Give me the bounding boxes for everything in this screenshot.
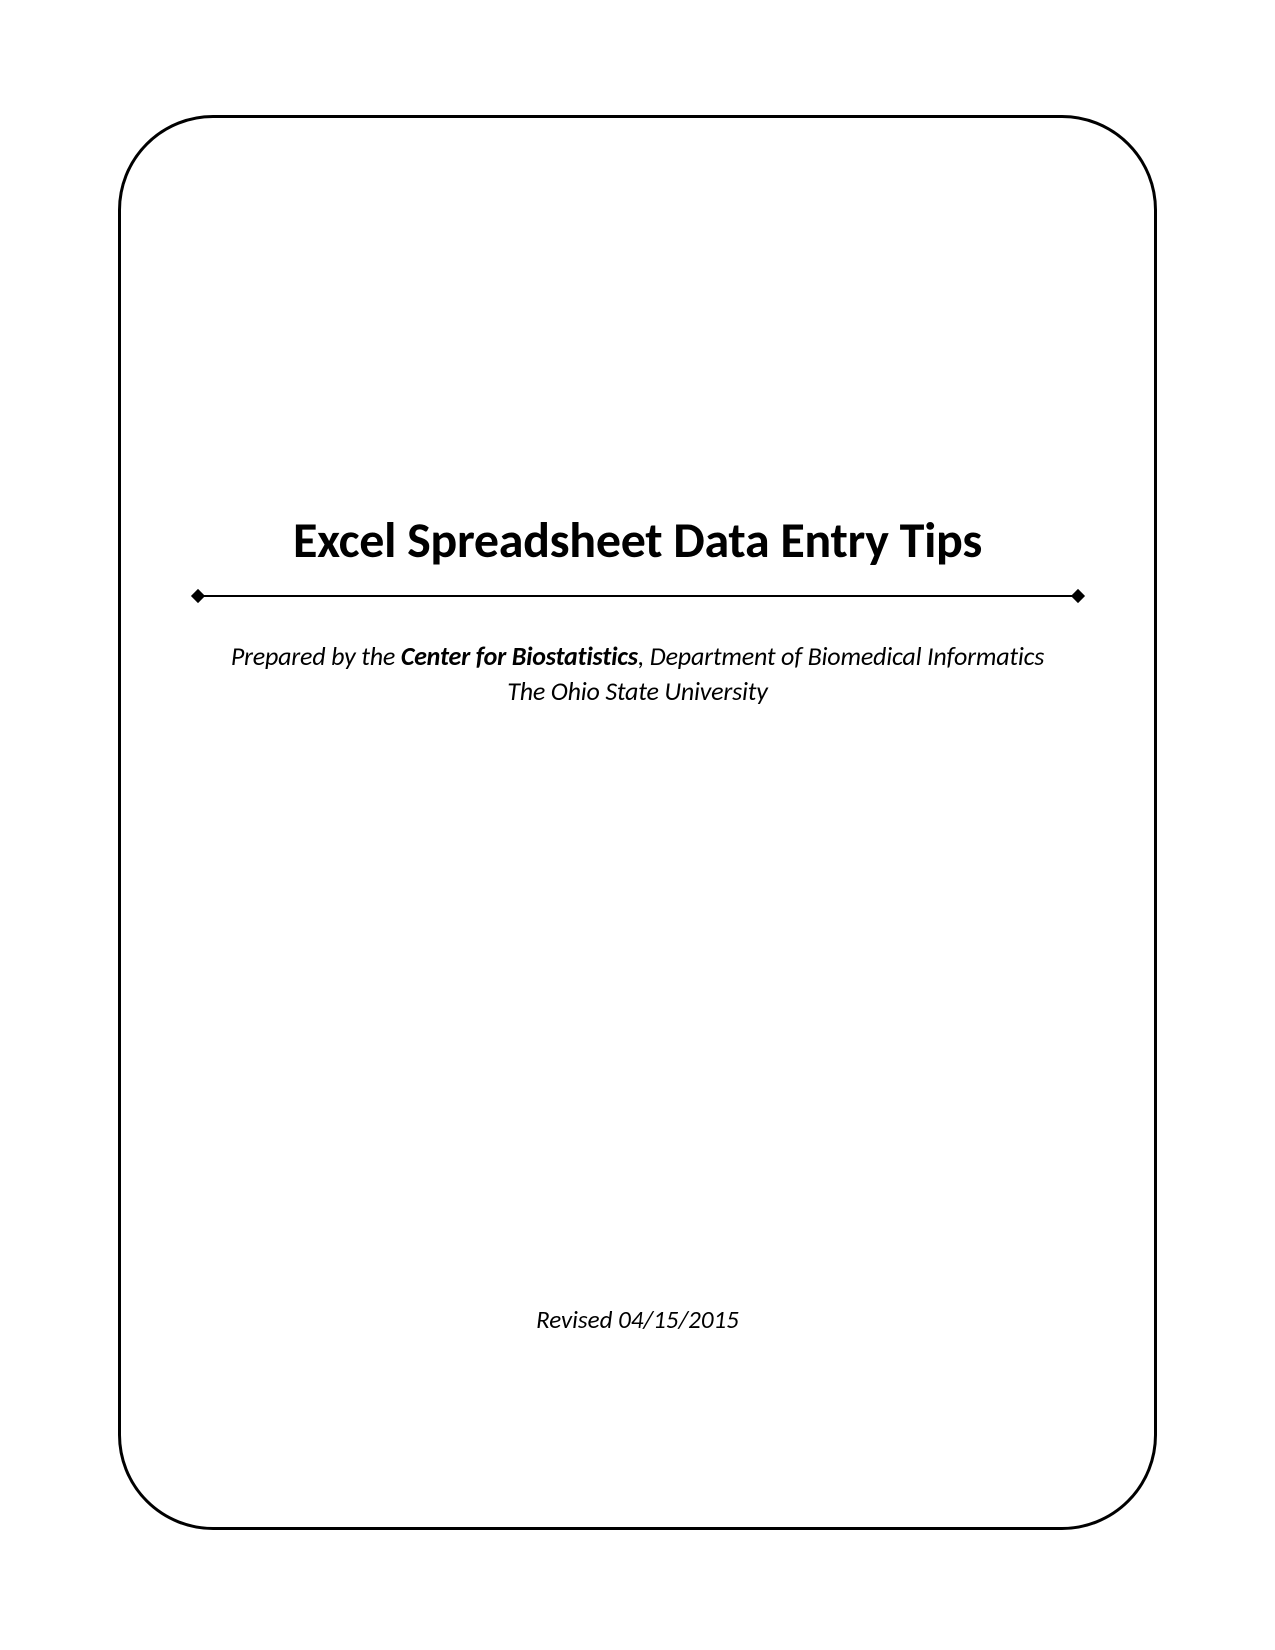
divider-line bbox=[203, 595, 1073, 597]
diamond-icon bbox=[190, 589, 204, 603]
center-name: Center for Biostatistics bbox=[401, 640, 638, 672]
university-name: The Ohio State University bbox=[507, 675, 767, 707]
revised-date: Revised 04/15/2015 bbox=[118, 1304, 1157, 1335]
document-title: Excel Spreadsheet Data Entry Tips bbox=[293, 510, 982, 571]
title-divider bbox=[193, 591, 1083, 601]
cover-content: Excel Spreadsheet Data Entry Tips Prepar… bbox=[118, 115, 1157, 1530]
prepared-by-prefix: Prepared by the bbox=[231, 640, 401, 672]
department-suffix: , Department of Biomedical Informatics bbox=[638, 640, 1044, 672]
subtitle-block: Prepared by the Center for Biostatistics… bbox=[231, 639, 1044, 709]
diamond-icon bbox=[1070, 589, 1084, 603]
